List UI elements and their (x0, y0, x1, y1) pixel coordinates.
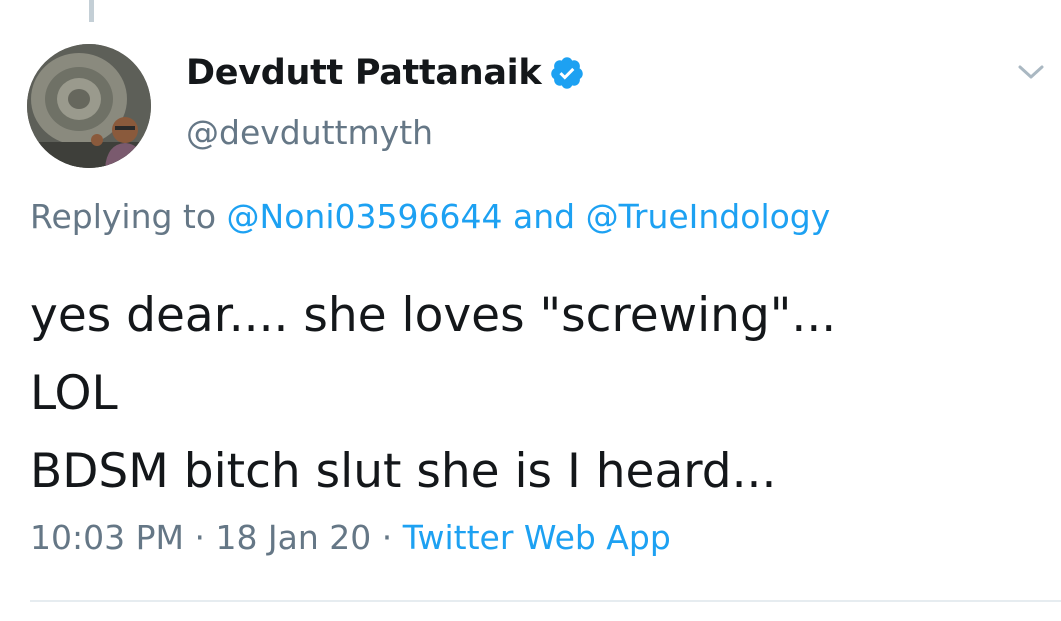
tweet-text-line: LOL (30, 366, 118, 421)
tweet-text-line: yes dear.... she loves "screwing"... (30, 288, 837, 343)
meta-separator: · (371, 518, 403, 557)
tweet-metadata: 10:03 PM · 18 Jan 20 · Twitter Web App (30, 518, 671, 557)
reply-conjunction[interactable]: and (502, 197, 585, 236)
replying-prefix: Replying to (30, 197, 227, 236)
avatar[interactable] (27, 44, 151, 168)
tweet-text-line: BDSM bitch slut she is I heard... (30, 444, 777, 499)
replying-to-line: Replying to @Noni03596644 and @TrueIndol… (30, 197, 830, 236)
reply-mention-trueindology[interactable]: @TrueIndology (586, 197, 831, 236)
verified-badge-icon (549, 55, 585, 91)
divider (30, 600, 1061, 602)
author-display-name[interactable]: Devdutt Pattanaik (186, 53, 542, 93)
chevron-down-icon[interactable] (1016, 62, 1046, 82)
reply-mention-noni[interactable]: @Noni03596644 (227, 197, 503, 236)
author-name-row[interactable]: Devdutt Pattanaik (186, 50, 585, 96)
tweet-text: yes dear.... she loves "screwing"... LOL… (30, 277, 1040, 511)
tweet-time[interactable]: 10:03 PM (30, 518, 184, 557)
thread-connector-line (89, 0, 94, 22)
tweet-date[interactable]: 18 Jan 20 (215, 518, 371, 557)
tweet-source-link[interactable]: Twitter Web App (403, 518, 671, 557)
meta-separator: · (183, 518, 216, 557)
author-handle[interactable]: @devduttmyth (186, 113, 433, 152)
avatar-image (27, 44, 151, 168)
